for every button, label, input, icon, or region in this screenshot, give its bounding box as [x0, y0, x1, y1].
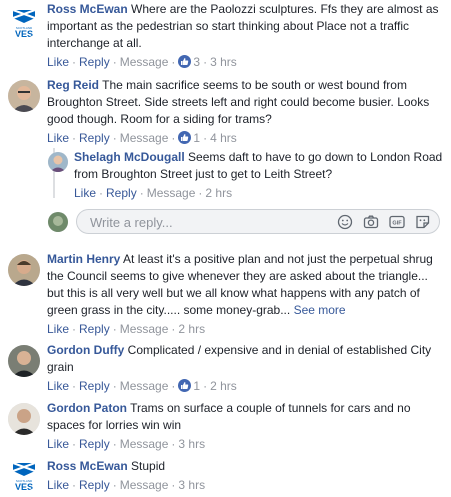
comment-author[interactable]: Shelagh McDougall — [74, 150, 185, 164]
reply-link[interactable]: Reply — [79, 379, 110, 393]
comment-author[interactable]: Ross McEwan — [47, 2, 128, 16]
comment-time[interactable]: 2 hrs — [205, 186, 232, 200]
comment-time[interactable]: 3 hrs — [178, 478, 205, 492]
avatar[interactable] — [8, 80, 40, 112]
reply-link[interactable]: Reply — [79, 478, 110, 492]
comment-author[interactable]: Gordon Duffy — [47, 343, 124, 357]
comment-time[interactable]: 3 hrs — [178, 437, 205, 451]
message-link[interactable]: Message — [120, 379, 169, 393]
comment-actions: Like · Reply · Message · 1 · 4 hrs — [47, 131, 237, 145]
like-link[interactable]: Like — [47, 478, 69, 492]
like-link[interactable]: Like — [47, 322, 69, 336]
yes-logo-avatar[interactable]: SCOTLAND VES — [8, 6, 40, 38]
comment-actions: Like · Reply · Message · 3 hrs — [47, 478, 206, 492]
sticker-icon[interactable] — [415, 214, 431, 230]
like-link[interactable]: Like — [47, 437, 69, 451]
yes-logo-avatar[interactable]: SCOTLAND VES — [8, 459, 40, 491]
reply-link[interactable]: Reply — [79, 322, 110, 336]
like-icon[interactable] — [178, 131, 192, 144]
user-photo-icon — [8, 80, 40, 112]
like-link[interactable]: Like — [47, 379, 69, 393]
avatar[interactable] — [8, 254, 40, 286]
user-photo-icon — [48, 152, 68, 172]
like-icon[interactable] — [178, 379, 192, 392]
like-link[interactable]: Like — [47, 131, 69, 145]
svg-text:GIF: GIF — [392, 221, 402, 227]
comment-time[interactable]: 2 hrs — [178, 322, 205, 336]
message-link[interactable]: Message — [120, 437, 169, 451]
message-link[interactable]: Message — [120, 55, 169, 69]
user-photo-icon — [48, 212, 68, 232]
avatar[interactable] — [48, 152, 68, 172]
user-photo-icon — [8, 403, 40, 435]
comment-time[interactable]: 3 hrs — [210, 55, 237, 69]
message-link[interactable]: Message — [120, 131, 169, 145]
svg-text:VES: VES — [15, 482, 33, 491]
user-photo-icon — [8, 345, 40, 377]
comment-author[interactable]: Gordon Paton — [47, 401, 127, 415]
user-photo-icon — [8, 254, 40, 286]
emoji-icon[interactable] — [337, 214, 353, 230]
gif-icon[interactable]: GIF — [389, 214, 405, 230]
reply-link[interactable]: Reply — [79, 131, 110, 145]
comment-actions: Like · Reply · Message · 3 hrs — [47, 437, 206, 451]
yes-scotland-logo-icon: SCOTLAND VES — [8, 6, 40, 38]
reply-link[interactable]: Reply — [79, 55, 110, 69]
reply-box: GIF — [76, 209, 440, 234]
reply-link[interactable]: Reply — [79, 437, 110, 451]
reply-box-icons: GIF — [337, 214, 431, 230]
comment-text: The main sacrifice seems to be south or … — [47, 78, 430, 126]
comment-author[interactable]: Ross McEwan — [47, 459, 128, 473]
like-link[interactable]: Like — [74, 186, 96, 200]
comment-actions: Like · Reply · Message · 2 hrs — [74, 186, 233, 200]
message-link[interactable]: Message — [120, 322, 169, 336]
comment-actions: Like · Reply · Message · 2 hrs — [47, 322, 206, 336]
comment-author[interactable]: Martin Henry — [47, 252, 120, 266]
message-link[interactable]: Message — [120, 478, 169, 492]
avatar[interactable] — [8, 403, 40, 435]
reply-link[interactable]: Reply — [106, 186, 137, 200]
comment-text: Stupid — [131, 459, 166, 473]
avatar[interactable] — [8, 345, 40, 377]
svg-text:VES: VES — [15, 29, 33, 38]
reply-input[interactable] — [88, 214, 322, 231]
yes-scotland-logo-icon: SCOTLAND VES — [8, 459, 40, 491]
comment-time[interactable]: 2 hrs — [210, 379, 237, 393]
like-link[interactable]: Like — [47, 55, 69, 69]
comment-actions: Like · Reply · Message · 1 · 2 hrs — [47, 379, 237, 393]
camera-icon[interactable] — [363, 214, 379, 230]
comment-author[interactable]: Reg Reid — [47, 78, 99, 92]
current-user-avatar — [48, 212, 68, 232]
see-more-link[interactable]: See more — [294, 303, 346, 317]
like-icon[interactable] — [178, 55, 192, 68]
comment-actions: Like · Reply · Message · 3 · 3 hrs — [47, 55, 237, 69]
message-link[interactable]: Message — [147, 186, 196, 200]
comment-time[interactable]: 4 hrs — [210, 131, 237, 145]
